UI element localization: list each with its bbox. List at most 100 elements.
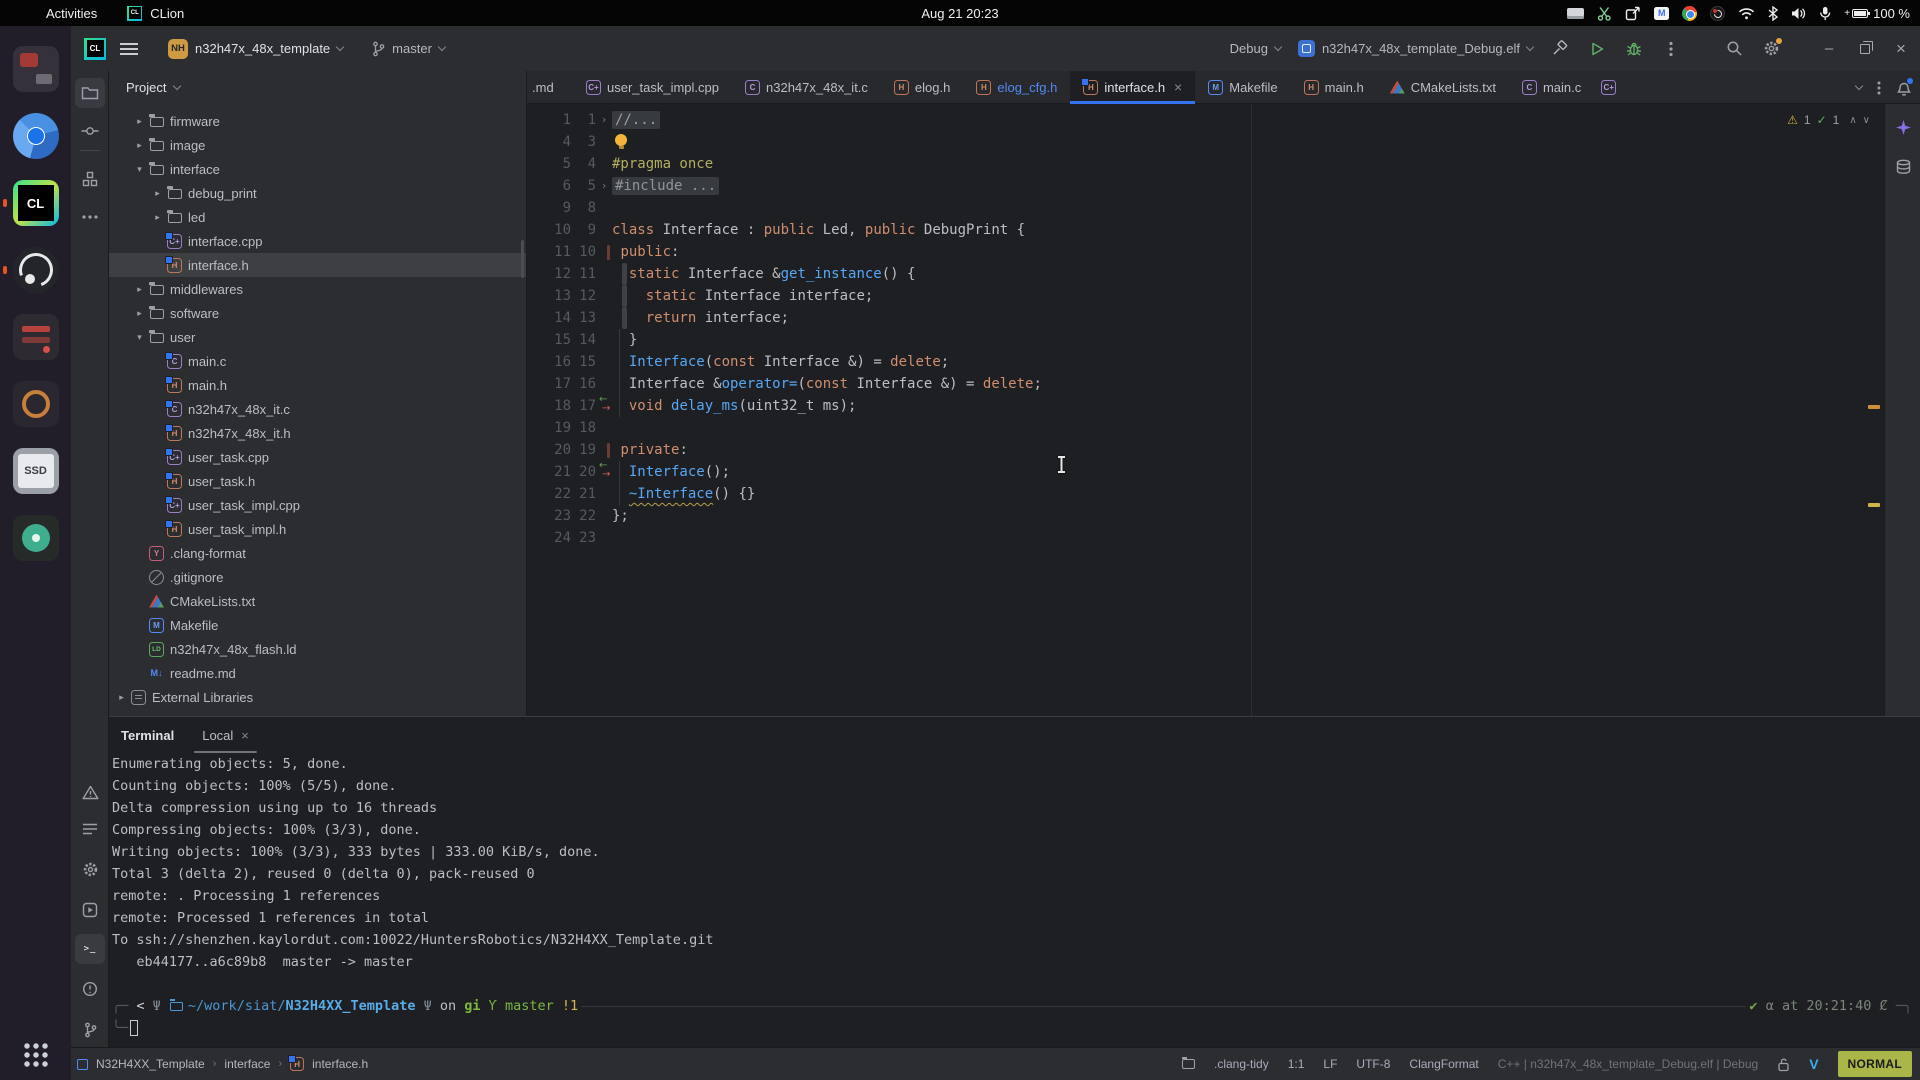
tool-project-button[interactable] <box>75 78 105 108</box>
terminal-output[interactable]: Enumerating objects: 5, done.Counting ob… <box>109 753 1920 1039</box>
caret-position-widget[interactable]: 1:1 <box>1288 1057 1305 1071</box>
project-tree-item-.gitignore[interactable]: .gitignore <box>109 565 526 589</box>
vcs-widget[interactable]: master <box>371 41 445 57</box>
project-tree-item-main.c[interactable]: Cmain.c <box>109 349 526 373</box>
project-tree-item-main.h[interactable]: Hmain.h <box>109 373 526 397</box>
project-tree-item-n32h47x_48x_it.h[interactable]: Hn32h47x_48x_it.h <box>109 421 526 445</box>
volume-icon[interactable] <box>1791 7 1806 20</box>
tool-inspections-button[interactable] <box>75 974 105 1004</box>
project-tree-item-image[interactable]: ▸image <box>109 133 526 157</box>
bluetooth-icon[interactable] <box>1768 6 1778 21</box>
debug-button[interactable] <box>1624 39 1644 59</box>
project-tree-item-user_task_impl.h[interactable]: Huser_task_impl.h <box>109 517 526 541</box>
close-button[interactable]: × <box>1892 39 1910 59</box>
hidden-tabs-chevron-icon[interactable] <box>1855 81 1863 89</box>
project-tree-item-External Libraries[interactable]: ▸External Libraries <box>109 685 526 709</box>
tool-services-button[interactable] <box>75 895 105 925</box>
battery-icon[interactable]: + 100 % <box>1844 6 1910 21</box>
clang-tidy-widget[interactable]: .clang-tidy <box>1214 1057 1269 1071</box>
dock-item-ssd[interactable]: SSD <box>13 448 59 494</box>
dock-item-app-green[interactable] <box>13 515 59 561</box>
tool-terminal-button[interactable]: >_ <box>75 934 105 964</box>
tool-commit-button[interactable] <box>75 116 105 146</box>
screenshot-export-icon[interactable] <box>1625 6 1641 21</box>
project-tree-item-user[interactable]: ▾user <box>109 325 526 349</box>
project-tree-item-debug_print[interactable]: ▸debug_print <box>109 181 526 205</box>
editor-tab-main.h[interactable]: Hmain.h <box>1291 71 1377 103</box>
clion-logo-icon[interactable]: CL <box>84 38 106 60</box>
project-tree-item-middlewares[interactable]: ▸middlewares <box>109 277 526 301</box>
tool-problems-button[interactable] <box>75 777 105 807</box>
project-tree-item-user_task.h[interactable]: Huser_task.h <box>109 469 526 493</box>
tool-git-button[interactable] <box>75 1015 105 1045</box>
ideavim-icon[interactable]: V <box>1809 1056 1818 1072</box>
breadcrumb-folder[interactable]: interface <box>224 1057 270 1071</box>
tool-todo-button[interactable] <box>75 814 105 844</box>
project-tree-item-interface.cpp[interactable]: C+interface.cpp <box>109 229 526 253</box>
scissors-icon[interactable] <box>1597 6 1612 21</box>
restore-button[interactable] <box>1855 39 1875 59</box>
tree-chevron-icon[interactable]: ▸ <box>113 692 130 703</box>
tree-chevron-icon[interactable]: ▸ <box>149 188 166 199</box>
project-tree-item-software[interactable]: ▸software <box>109 301 526 325</box>
line-separator-widget[interactable]: LF <box>1323 1057 1337 1071</box>
dock-item-app-orange[interactable] <box>13 381 59 427</box>
tree-chevron-icon[interactable]: ▾ <box>131 164 148 175</box>
dock-item-clion[interactable]: CL <box>13 180 59 226</box>
project-tree-item-led[interactable]: ▸led <box>109 205 526 229</box>
project-tree-item-user_task.cpp[interactable]: C+user_task.cpp <box>109 445 526 469</box>
tool-build-button[interactable] <box>75 854 105 884</box>
wifi-icon[interactable] <box>1738 7 1755 20</box>
tab-options-kebab-icon[interactable] <box>1877 81 1881 95</box>
gmail-icon[interactable]: M <box>1654 7 1669 20</box>
search-everywhere-icon[interactable] <box>1724 39 1744 59</box>
show-applications-button[interactable] <box>23 1042 49 1068</box>
main-menu-icon[interactable] <box>120 43 138 55</box>
folder-icon[interactable] <box>1182 1059 1195 1069</box>
minimize-button[interactable]: – <box>1820 40 1838 57</box>
close-tab-icon[interactable]: × <box>1174 79 1182 95</box>
tree-chevron-icon[interactable]: ▸ <box>149 212 166 223</box>
run-configuration-selector[interactable]: n32h47x_48x_template_Debug.elf <box>1298 40 1533 57</box>
change-arrows-icon[interactable]: ←→ <box>596 461 612 483</box>
run-button[interactable] <box>1587 39 1607 59</box>
breadcrumb-file[interactable]: interface.h <box>312 1057 368 1071</box>
microphone-icon[interactable] <box>1819 6 1831 21</box>
breadcrumb-project[interactable]: N32H4XX_Template <box>96 1057 205 1071</box>
obs-icon[interactable] <box>1710 6 1725 21</box>
prev-problem-icon[interactable]: ∧ <box>1849 115 1856 126</box>
tree-chevron-icon[interactable]: ▸ <box>131 308 148 319</box>
project-tree-item-user_task_impl.cpp[interactable]: C+user_task_impl.cpp <box>109 493 526 517</box>
editor-tab-elog_cfg.h[interactable]: Helog_cfg.h <box>963 71 1070 103</box>
fold-arrow-icon[interactable]: › <box>596 109 612 131</box>
notifications-bell-icon[interactable] <box>1896 80 1912 96</box>
terminal-tab-local[interactable]: Local × <box>202 717 249 753</box>
tool-ai-assistant-button[interactable] <box>1888 112 1918 142</box>
dock-item-app-files[interactable] <box>13 46 59 92</box>
editor-tab-Makefile[interactable]: MMakefile <box>1195 71 1290 103</box>
tree-chevron-icon[interactable]: ▸ <box>131 116 148 127</box>
project-tree-item-interface.h[interactable]: Hinterface.h <box>109 253 526 277</box>
project-tree-item-readme.md[interactable]: M↓readme.md <box>109 661 526 685</box>
tool-structure-button[interactable] <box>75 164 105 194</box>
close-icon[interactable]: × <box>241 728 249 743</box>
editor-tab-.md[interactable]: .md <box>527 71 573 103</box>
project-tree-item-firmware[interactable]: ▸firmware <box>109 109 526 133</box>
intention-bulb-icon[interactable] <box>615 134 627 146</box>
project-tree-item-n32h47x_48x_it.c[interactable]: Cn32h47x_48x_it.c <box>109 397 526 421</box>
clock[interactable]: Aug 21 20:23 <box>921 0 998 26</box>
encoding-widget[interactable]: UTF-8 <box>1356 1057 1390 1071</box>
project-tree-item-n32h47x_48x_flash.ld[interactable]: LDn32h47x_48x_flash.ld <box>109 637 526 661</box>
project-widget[interactable]: NH n32h47x_48x_template <box>168 39 343 59</box>
inspections-widget[interactable]: ⚠1 ✓1 ∧ ∨ <box>1787 113 1870 127</box>
tree-chevron-icon[interactable]: ▸ <box>131 140 148 151</box>
change-arrows-icon[interactable]: ←→ <box>596 395 612 417</box>
tool-database-button[interactable] <box>1888 152 1918 182</box>
tree-chevron-icon[interactable]: ▾ <box>131 332 148 343</box>
build-type-selector[interactable]: Debug <box>1230 41 1281 56</box>
chrome-icon[interactable] <box>1682 6 1697 21</box>
activities-button[interactable]: Activities <box>46 6 97 21</box>
focused-app-indicator[interactable]: CL CLion <box>127 6 184 21</box>
more-actions-icon[interactable] <box>1661 39 1681 59</box>
code-editor[interactable]: 11›//...4354#pragma once65›#include ...9… <box>527 104 1884 716</box>
